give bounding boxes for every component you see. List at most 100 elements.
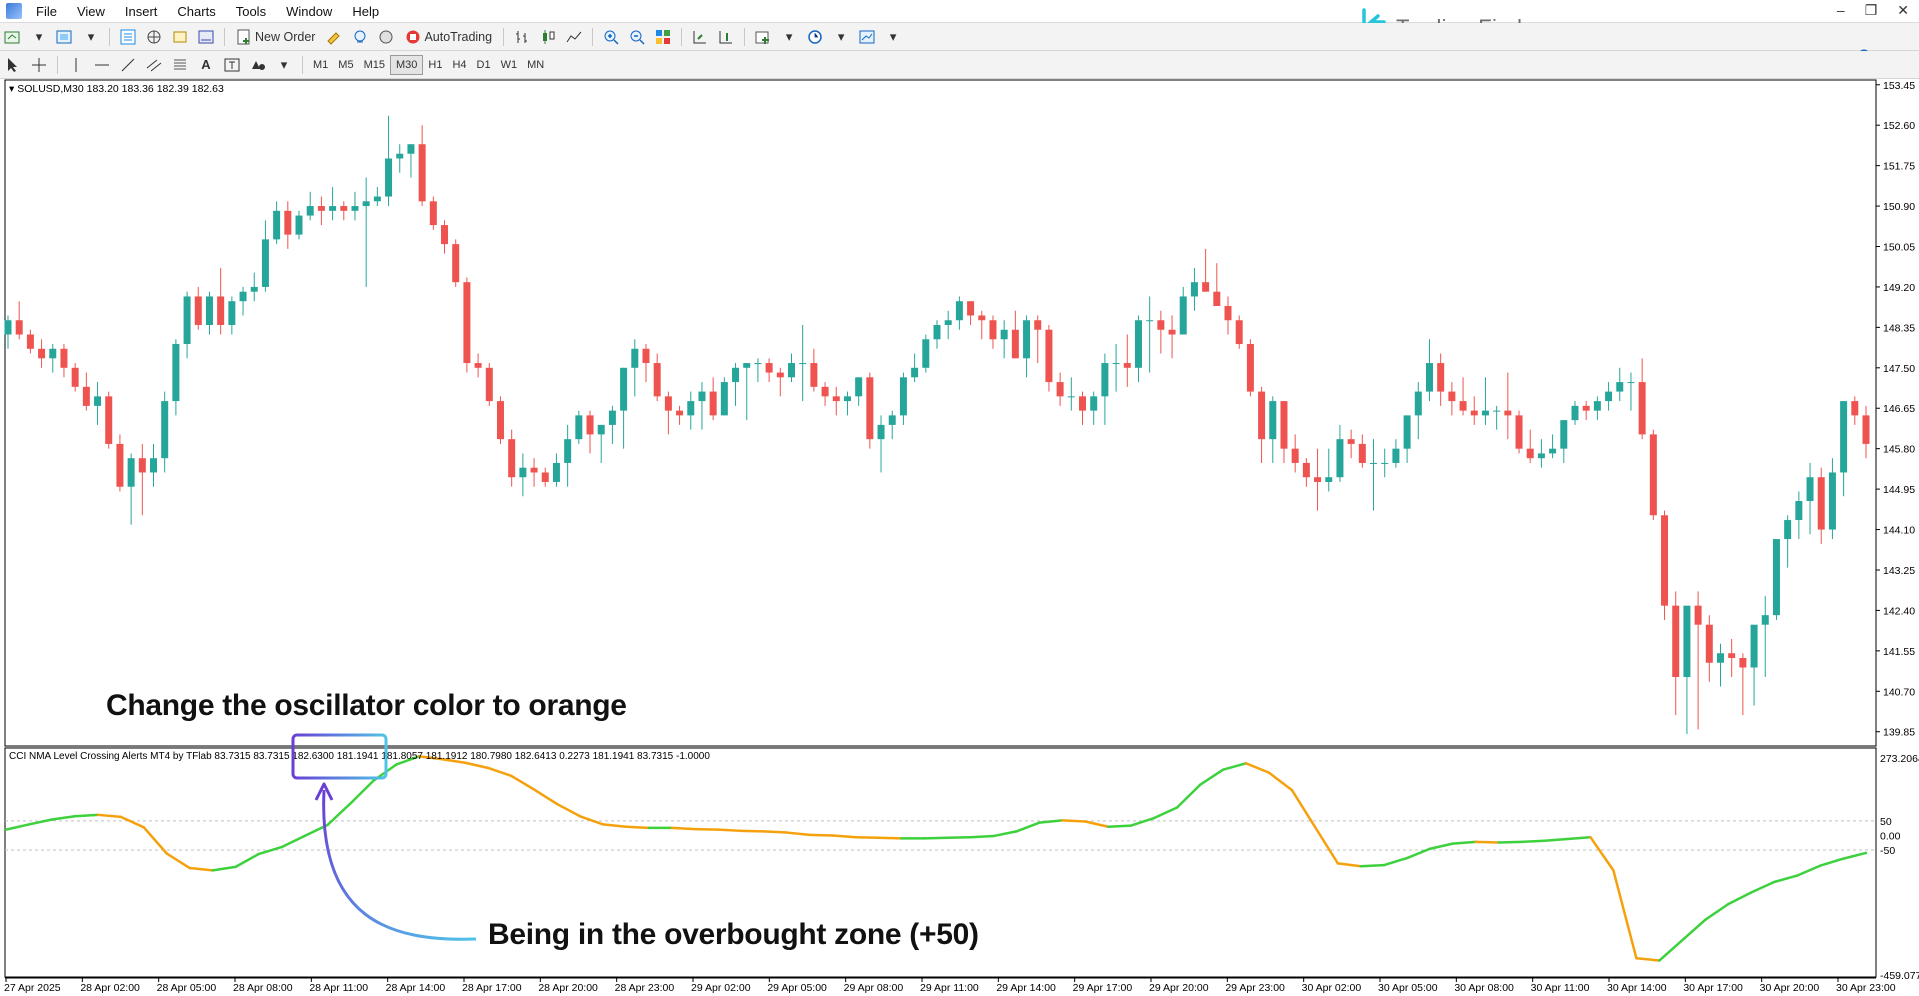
candle-body xyxy=(933,324,941,340)
candle-body xyxy=(608,410,616,425)
candle-body xyxy=(967,301,975,316)
new-chart-icon[interactable] xyxy=(2,27,24,47)
timeframe-m15[interactable]: M15 xyxy=(359,56,390,74)
chart-window[interactable]: 153.45 152.60 151.75 150.90 150.05 149.20 148.… xyxy=(0,79,1919,996)
candle-body xyxy=(1302,462,1310,478)
cursor-icon[interactable] xyxy=(2,55,24,75)
signals-icon[interactable] xyxy=(349,27,371,47)
tile-windows-icon[interactable] xyxy=(652,27,674,47)
text-icon[interactable]: A xyxy=(195,55,217,75)
menu-tools[interactable]: Tools xyxy=(226,4,276,19)
fibonacci-icon[interactable] xyxy=(169,55,191,75)
bar-chart-icon[interactable] xyxy=(511,27,533,47)
price-tick-label: 147.50 xyxy=(1883,363,1915,375)
dropdown-arrow-icon[interactable]: ▾ xyxy=(882,27,904,47)
candle-body xyxy=(116,443,124,487)
candle-body xyxy=(1213,291,1221,306)
text-label-icon[interactable] xyxy=(221,55,243,75)
autotrading-button[interactable]: AutoTrading xyxy=(401,27,496,47)
crosshair-icon[interactable] xyxy=(28,55,50,75)
market-icon[interactable] xyxy=(375,27,397,47)
time-tick-label: 28 Apr 05:00 xyxy=(157,982,217,994)
indicators-icon[interactable] xyxy=(752,27,774,47)
data-window-icon[interactable] xyxy=(169,27,191,47)
candle-body xyxy=(407,144,415,154)
candle-body xyxy=(1795,501,1803,521)
candle-body xyxy=(1739,657,1747,668)
candle-body xyxy=(1560,420,1568,449)
candle-body xyxy=(273,210,281,240)
timeframe-w1[interactable]: W1 xyxy=(496,56,523,74)
terminal-icon[interactable] xyxy=(195,27,217,47)
menu-insert[interactable]: Insert xyxy=(115,4,168,19)
candle-body xyxy=(911,367,919,378)
candle-body xyxy=(1672,605,1680,678)
time-tick-label: 28 Apr 11:00 xyxy=(309,982,368,994)
trendline-icon[interactable] xyxy=(117,55,139,75)
timeframe-h1[interactable]: H1 xyxy=(423,56,447,74)
chart-shift-icon[interactable] xyxy=(689,27,711,47)
candle-body xyxy=(228,301,236,325)
line-chart-icon[interactable] xyxy=(563,27,585,47)
metaeditor-icon[interactable] xyxy=(323,27,345,47)
new-order-button[interactable]: New Order xyxy=(232,27,319,47)
dropdown-arrow-icon[interactable]: ▾ xyxy=(273,55,295,75)
navigator-icon[interactable] xyxy=(143,27,165,47)
candle-body xyxy=(631,348,639,368)
toolbar-separator xyxy=(744,27,746,46)
timeframe-m30[interactable]: M30 xyxy=(389,54,424,75)
candle-body xyxy=(810,363,818,387)
zoom-in-icon[interactable] xyxy=(600,27,622,47)
candle-body xyxy=(1661,515,1669,606)
candle-body xyxy=(150,458,158,473)
vertical-line-icon[interactable] xyxy=(65,55,87,75)
candle-body xyxy=(1258,391,1266,440)
candle-body xyxy=(183,296,191,345)
timeframe-m1[interactable]: M1 xyxy=(308,56,333,74)
candle-body xyxy=(1571,405,1579,421)
candle-body xyxy=(194,296,202,325)
templates-icon[interactable] xyxy=(856,27,878,47)
candle-body xyxy=(519,467,527,478)
channel-icon[interactable] xyxy=(143,55,165,75)
market-watch-icon[interactable] xyxy=(117,27,139,47)
candle-body xyxy=(664,396,672,411)
timeframe-h4[interactable]: H4 xyxy=(447,56,471,74)
minimize-button[interactable]: – xyxy=(1837,2,1845,19)
dropdown-arrow-icon[interactable]: ▾ xyxy=(830,27,852,47)
time-tick-label: 28 Apr 08:00 xyxy=(233,982,293,994)
oscillator-segment xyxy=(1520,839,1546,844)
dropdown-arrow-icon[interactable]: ▾ xyxy=(80,27,102,47)
candle-body xyxy=(1123,363,1131,368)
shapes-icon[interactable] xyxy=(247,55,269,75)
oscillator-segment xyxy=(624,825,651,830)
horizontal-line-icon[interactable] xyxy=(91,55,113,75)
restore-button[interactable]: ❐ xyxy=(1865,2,1878,19)
periods-icon[interactable] xyxy=(804,27,826,47)
menu-file[interactable]: File xyxy=(26,4,67,19)
dropdown-arrow-icon[interactable]: ▾ xyxy=(778,27,800,47)
candle-body xyxy=(49,348,57,359)
dropdown-arrow-icon[interactable]: ▾ xyxy=(28,27,50,47)
profiles-icon[interactable] xyxy=(54,27,76,47)
time-tick-label: 29 Apr 17:00 xyxy=(1073,982,1133,994)
timeframe-m5[interactable]: M5 xyxy=(333,56,358,74)
candle-body xyxy=(1291,448,1299,463)
close-button[interactable]: ✕ xyxy=(1897,2,1909,19)
time-tick-label: 29 Apr 11:00 xyxy=(920,982,979,994)
zoom-out-icon[interactable] xyxy=(626,27,648,47)
candle-body xyxy=(743,363,751,368)
candle-body xyxy=(351,206,359,211)
menu-window[interactable]: Window xyxy=(276,4,342,19)
menu-view[interactable]: View xyxy=(67,4,115,19)
time-tick-label: 30 Apr 02:00 xyxy=(1302,982,1362,994)
menu-help[interactable]: Help xyxy=(342,4,389,19)
indicator-tick-label: 273.2064 xyxy=(1880,753,1919,765)
autoscroll-icon[interactable] xyxy=(715,27,737,47)
candlestick-icon[interactable] xyxy=(537,27,559,47)
timeframe-d1[interactable]: D1 xyxy=(472,56,496,74)
time-tick-label: 27 Apr 2025 xyxy=(4,982,61,994)
timeframe-mn[interactable]: MN xyxy=(522,56,549,74)
candle-body xyxy=(105,396,113,444)
menu-charts[interactable]: Charts xyxy=(167,4,225,19)
